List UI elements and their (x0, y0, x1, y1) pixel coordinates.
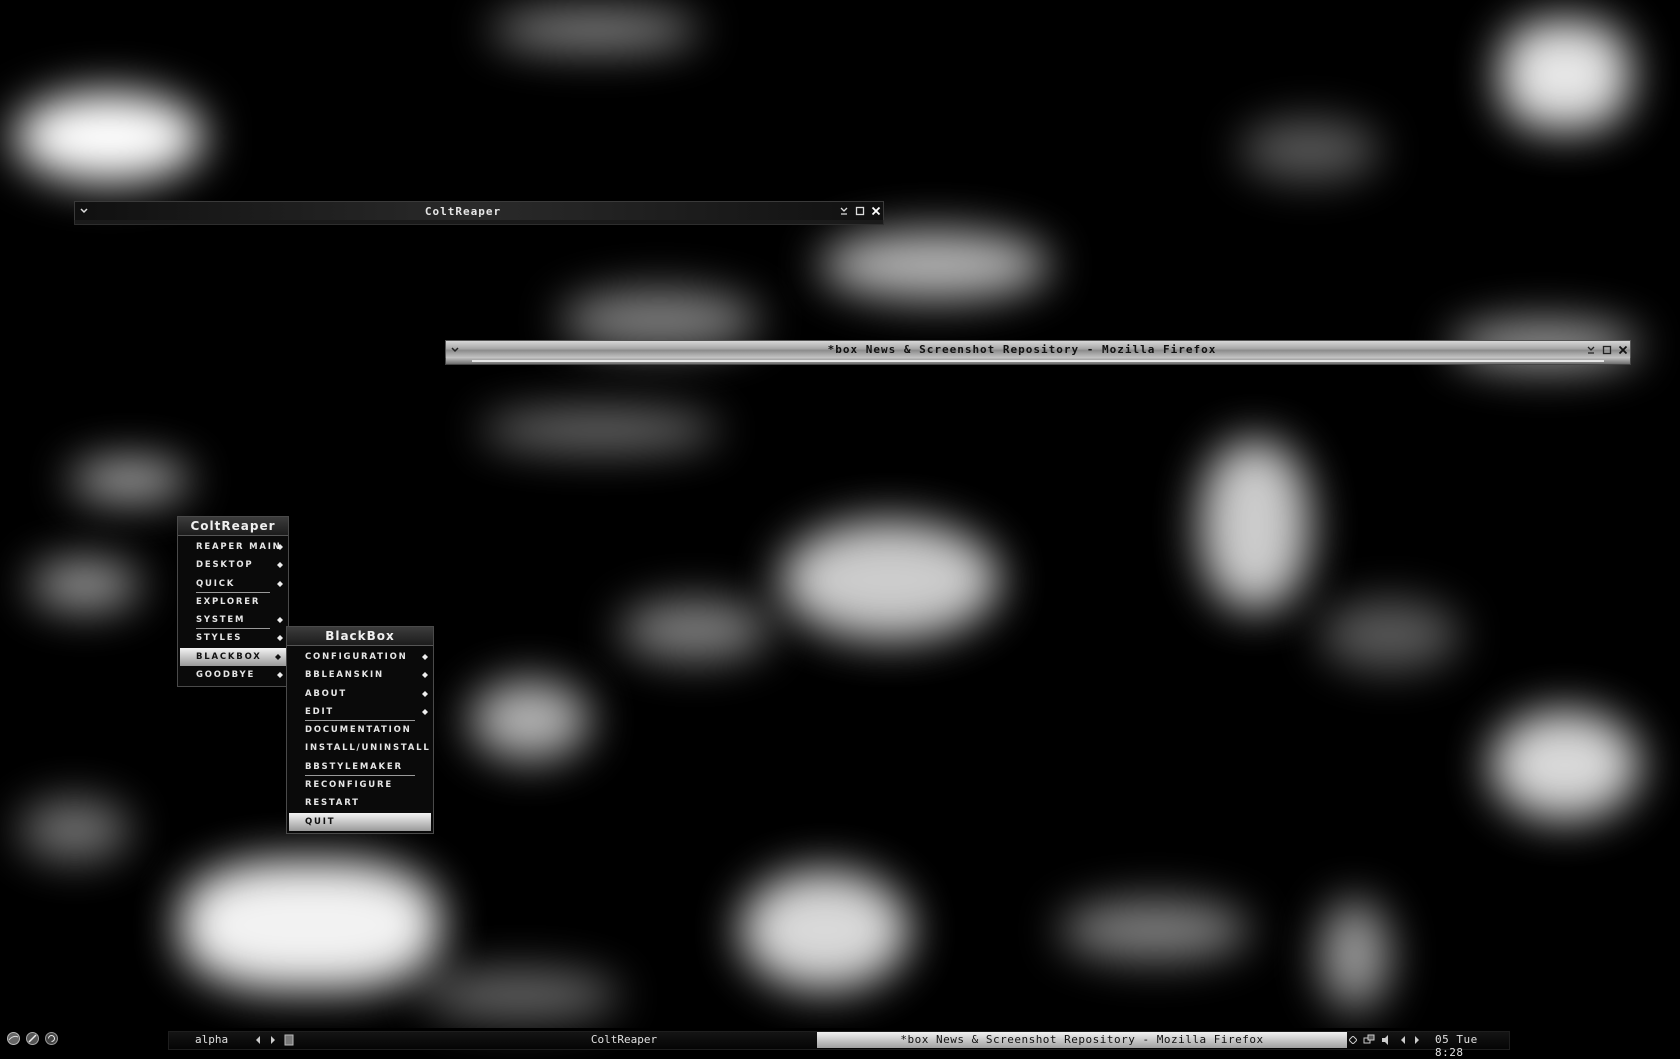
arrow-right-icon[interactable] (1413, 1036, 1421, 1044)
system-tray (1349, 1034, 1421, 1046)
clock[interactable]: 05 Tue 8:28 (1435, 1033, 1509, 1059)
taskbar: alpha ColtReaper *box News & Screenshot … (0, 1028, 1680, 1059)
menu-item-documentation[interactable]: DOCUMENTATION (287, 721, 433, 739)
window-title: *box News & Screenshot Repository - Mozi… (827, 343, 1217, 356)
submenu-diamond-icon (277, 562, 283, 569)
menu-item-label: SYSTEM (196, 615, 246, 626)
window-title: ColtReaper (424, 204, 502, 218)
document-icon[interactable] (284, 1034, 294, 1046)
minimize-icon (840, 207, 848, 215)
network-icon[interactable] (1363, 1034, 1375, 1046)
firefox-icon[interactable] (6, 1031, 21, 1046)
menu-item-restart[interactable]: RESTART (287, 794, 433, 812)
root-menu-title: ColtReaper (178, 517, 288, 536)
chevron-down-icon (451, 346, 459, 352)
menu-item-label: INSTALL/UNINSTALL (305, 743, 431, 754)
window-firefox-frame (445, 358, 1631, 365)
menu-item-quick[interactable]: QUICK (178, 575, 288, 594)
submenu-diamond-icon (422, 690, 428, 697)
blackbox-submenu: BlackBox CONFIGURATION BBLEANSKIN ABOUT … (286, 626, 434, 834)
menu-item-label: REAPER MAIN (196, 542, 282, 552)
submenu-diamond-icon (277, 617, 283, 624)
menu-item-label: QUIT (305, 816, 336, 827)
blackbox-menu-title: BlackBox (287, 627, 433, 646)
feather-icon[interactable] (25, 1031, 40, 1046)
menu-item-label: QUICK (196, 578, 236, 589)
menu-item-label: RECONFIGURE (305, 780, 393, 791)
menu-item-about[interactable]: ABOUT (287, 685, 433, 703)
menu-item-label: EXPLORER (196, 596, 261, 607)
close-button[interactable] (1616, 343, 1630, 357)
arrow-left-icon[interactable] (254, 1036, 262, 1044)
maximize-icon (855, 206, 865, 216)
menu-item-label: BBLEANSKIN (305, 670, 384, 681)
frame-highlight (472, 360, 1604, 362)
task-button-coltreaper[interactable]: ColtReaper (524, 1033, 724, 1046)
window-firefox-titlebar[interactable]: *box News & Screenshot Repository - Mozi… (445, 340, 1631, 359)
minimize-icon (1587, 346, 1595, 354)
menu-item-blackbox[interactable]: BLACKBOX (180, 647, 286, 667)
menu-item-label: GOODBYE (196, 670, 256, 681)
workspace-label[interactable]: alpha (195, 1033, 228, 1046)
menu-item-goodbye[interactable]: GOODBYE (178, 666, 288, 684)
volume-icon[interactable] (1381, 1034, 1393, 1046)
submenu-diamond-icon (277, 544, 283, 550)
submenu-diamond-icon (277, 635, 283, 642)
close-icon (1618, 345, 1628, 354)
menu-item-label: RESTART (305, 798, 360, 809)
menu-item-bbstylemaker[interactable]: BBSTYLEMAKER (287, 758, 433, 777)
minimize-button[interactable] (837, 204, 851, 218)
maximize-button[interactable] (1600, 343, 1614, 357)
menu-item-label: EDIT (305, 706, 335, 717)
window-menu-button[interactable] (77, 204, 91, 218)
arrow-right-icon[interactable] (269, 1036, 277, 1044)
close-button[interactable] (869, 204, 883, 218)
menu-item-reaper-main[interactable]: REAPER MAIN (178, 538, 288, 556)
arrow-left-icon[interactable] (1399, 1036, 1407, 1044)
diamond-icon[interactable] (1349, 1036, 1357, 1044)
window-coltreaper-frame (74, 220, 884, 225)
menu-item-explorer[interactable]: EXPLORER (178, 593, 288, 611)
submenu-diamond-icon (422, 708, 428, 715)
menu-item-reconfigure[interactable]: RECONFIGURE (287, 776, 433, 794)
task-button-firefox[interactable]: *box News & Screenshot Repository - Mozi… (817, 1032, 1347, 1048)
close-icon (871, 206, 881, 216)
chevron-down-icon (80, 208, 88, 214)
window-coltreaper-titlebar[interactable]: ColtReaper (74, 201, 884, 221)
menu-item-label: CONFIGURATION (305, 652, 408, 662)
menu-item-label: BBSTYLEMAKER (305, 761, 403, 772)
submenu-diamond-icon (422, 672, 428, 679)
menu-item-configuration[interactable]: CONFIGURATION (287, 648, 433, 666)
maximize-button[interactable] (853, 204, 867, 218)
spiral-icon[interactable] (44, 1031, 59, 1046)
menu-item-edit[interactable]: EDIT (287, 703, 433, 722)
menu-item-install-uninstall[interactable]: INSTALL/UNINSTALL (287, 739, 433, 757)
maximize-icon (1602, 345, 1612, 354)
menu-item-desktop[interactable]: DESKTOP (178, 556, 288, 574)
taskbar-panel: alpha ColtReaper *box News & Screenshot … (168, 1031, 1510, 1059)
menu-item-quit[interactable]: QUIT (289, 812, 431, 831)
submenu-diamond-icon (277, 580, 283, 587)
quick-launch (6, 1031, 59, 1046)
menu-item-label: DESKTOP (196, 560, 254, 571)
menu-item-label: ABOUT (305, 688, 347, 699)
submenu-diamond-icon (277, 672, 283, 679)
menu-item-styles[interactable]: STYLES (178, 629, 288, 647)
menu-item-label: BLACKBOX (196, 651, 262, 662)
root-menu: ColtReaper REAPER MAIN DESKTOP QUICK EXP… (177, 516, 289, 688)
menu-item-bbleanskin[interactable]: BBLEANSKIN (287, 666, 433, 684)
submenu-diamond-icon (422, 654, 428, 660)
menu-item-label: DOCUMENTATION (305, 725, 412, 736)
window-menu-button[interactable] (448, 343, 462, 357)
menu-item-label: STYLES (196, 633, 243, 644)
minimize-button[interactable] (1584, 343, 1598, 357)
menu-item-system[interactable]: SYSTEM (178, 611, 288, 630)
submenu-diamond-icon (275, 653, 281, 660)
